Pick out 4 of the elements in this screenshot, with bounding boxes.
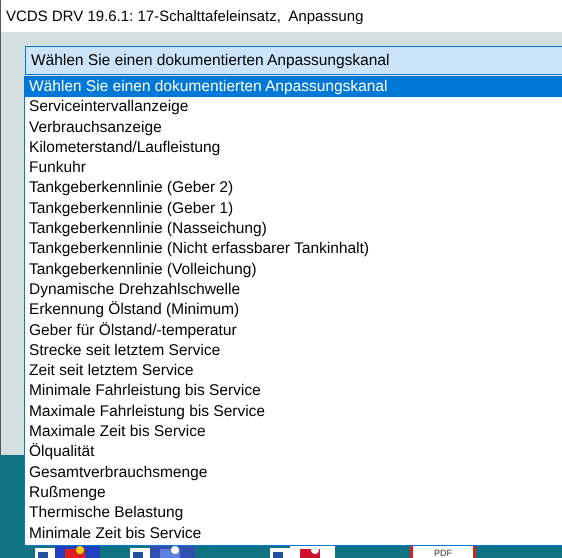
pdf-file-icon[interactable]: PDF bbox=[410, 546, 476, 558]
dropdown-option[interactable]: Wählen Sie einen dokumentierten Anpassungskanal bbox=[25, 77, 562, 98]
window-title: VCDS DRV 19.6.1: 17-Schalttafeleinsatz, Anpassung bbox=[6, 8, 364, 24]
channel-combo-box[interactable]: Wählen Sie einen dokumentierten Anpassungskanal bbox=[25, 46, 562, 75]
